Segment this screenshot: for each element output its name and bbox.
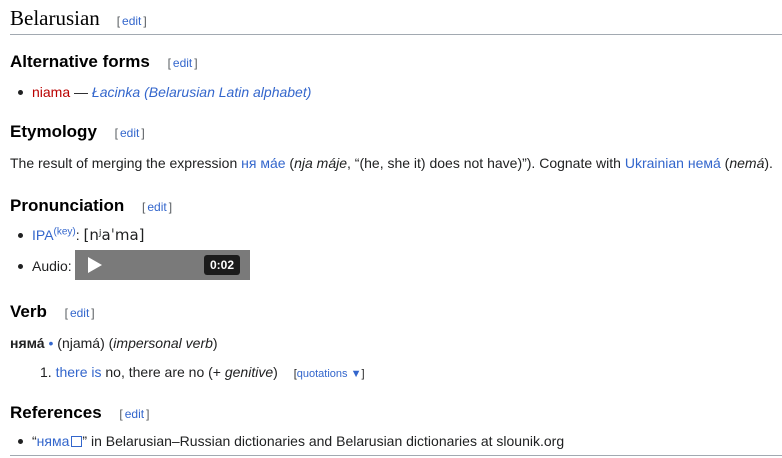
niama-link[interactable]: niama (32, 84, 70, 100)
audio-label: Audio: (32, 258, 72, 274)
definition-text: no, there are no (+ (101, 364, 225, 380)
definition-item: 1. there is no, there are no (+ genitive… (40, 364, 365, 380)
nja-maje-translit: nja máje (294, 155, 348, 171)
alternative-forms-edit-link[interactable]: edit (171, 56, 194, 70)
verb-title: Verb (10, 302, 47, 321)
etymology-text-6: ). (764, 155, 773, 171)
reference-item: “няма” in Belarusian–Russian dictionarie… (32, 433, 564, 449)
alternative-forms-title: Alternative forms (10, 52, 150, 71)
verb-heading: Verb [edit] (10, 302, 95, 322)
there-is-link[interactable]: there is (56, 364, 102, 380)
alternative-form-item: niama — Łacinka (Belarusian Latin alphab… (32, 84, 311, 100)
definition-case: genitive (224, 364, 274, 380)
quotations-toggle[interactable]: [quotations ▼] (294, 368, 365, 380)
references-edit-section: [edit] (119, 407, 150, 421)
ukrainian-link[interactable]: Ukrainian (625, 155, 684, 171)
language-edit-section: [edit] (116, 14, 147, 28)
external-link-icon (71, 436, 83, 447)
language-title: Belarusian (10, 6, 100, 30)
bullet-icon (18, 264, 23, 269)
references-title: References (10, 403, 102, 422)
etymology-edit-section: [edit] (114, 126, 145, 140)
section-divider (10, 455, 782, 456)
ipa-item: IPA(key): [nʲaˈma] (32, 226, 145, 244)
alternative-forms-edit-section: [edit] (167, 56, 198, 70)
verb-translit: (njamá) ( (53, 335, 114, 351)
nema-translit: nemá (729, 155, 765, 171)
reference-text: ” in Belarusian–Russian dictionaries and… (82, 433, 565, 449)
nja-maje-link[interactable]: ня ма́е (241, 155, 285, 171)
etymology-text-3: , “(he, she it) does not have)”). Cognat… (347, 155, 625, 171)
play-icon[interactable] (88, 257, 102, 273)
ipa-key-link[interactable]: (key) (54, 226, 76, 237)
niama-external-link[interactable]: няма (37, 433, 70, 449)
definition-number: 1. (40, 364, 52, 380)
pronunciation-edit-section: [edit] (142, 200, 173, 214)
lacinka-link[interactable]: Łacinka (Belarusian Latin alphabet) (92, 84, 311, 100)
dash-text: — (70, 84, 92, 100)
etymology-heading: Etymology [edit] (10, 122, 145, 142)
alternative-forms-heading: Alternative forms [edit] (10, 52, 198, 72)
ipa-sep: : (75, 227, 84, 243)
verb-edit-link[interactable]: edit (68, 306, 91, 320)
references-heading: References [edit] (10, 403, 149, 423)
language-heading: Belarusian [edit] (10, 6, 782, 35)
references-edit-link[interactable]: edit (123, 407, 146, 421)
verb-close: ) (212, 335, 218, 351)
bullet-icon (18, 233, 23, 238)
ipa-value: [nʲaˈma] (83, 226, 145, 244)
pronunciation-heading: Pronunciation [edit] (10, 196, 172, 216)
quotations-link[interactable]: quotations ▼ (297, 368, 362, 380)
etymology-text-1: The result of merging the expression (10, 155, 242, 171)
pronunciation-title: Pronunciation (10, 196, 125, 215)
verb-headword-line: няма́ • (njamá) (impersonal verb) (10, 335, 218, 351)
language-edit-link[interactable]: edit (120, 14, 143, 28)
bullet-icon (18, 439, 23, 444)
verb-edit-section: [edit] (64, 306, 95, 320)
bullet-icon (18, 90, 23, 95)
audio-player[interactable]: 0:02 (75, 250, 250, 280)
etymology-title: Etymology (10, 122, 97, 141)
ipa-link[interactable]: IPA (32, 227, 54, 243)
etymology-text-2: ( (285, 155, 295, 171)
etymology-edit-link[interactable]: edit (118, 126, 141, 140)
verb-headword: няма́ (10, 335, 45, 351)
audio-duration: 0:02 (203, 255, 240, 275)
etymology-text: The result of merging the expression ня … (10, 155, 773, 171)
pronunciation-edit-link[interactable]: edit (145, 200, 168, 214)
nema-link[interactable]: нема́ (688, 155, 721, 171)
verb-type: impersonal verb (113, 335, 213, 351)
definition-close: ) (273, 364, 278, 380)
